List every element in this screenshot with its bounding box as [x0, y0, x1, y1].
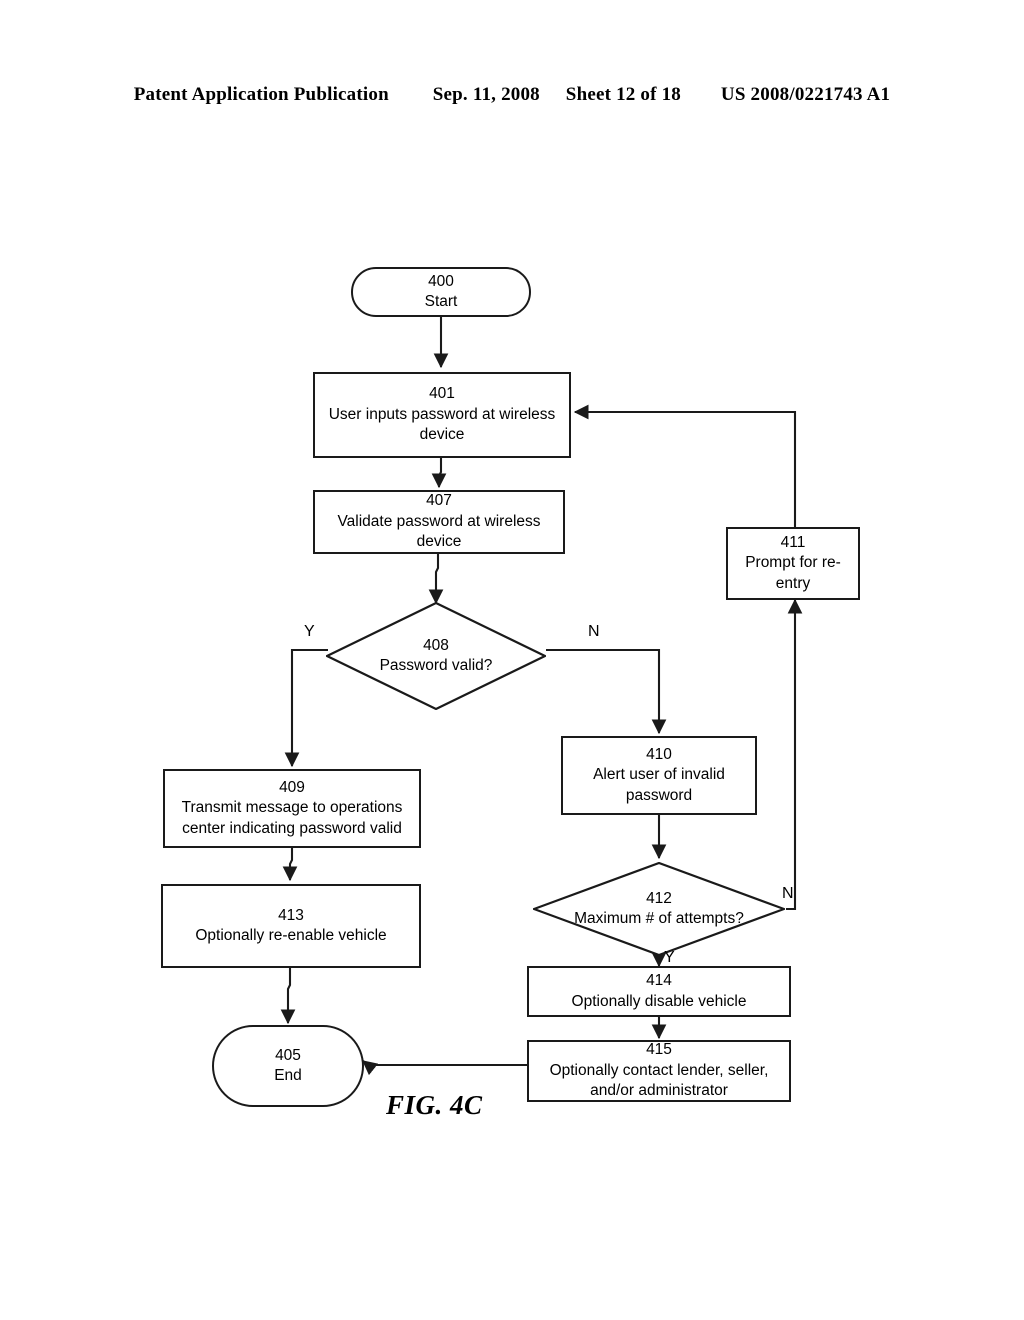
node-401-label: User inputs password at wireless device: [328, 405, 556, 444]
node-401-user-inputs-password[interactable]: 401 User inputs password at wireless dev…: [313, 372, 571, 458]
node-409-label: Transmit message to operations center in…: [181, 799, 403, 837]
branch-label-412-yes: Y: [664, 949, 675, 966]
edge-408-no-to-410: [546, 648, 667, 735]
node-412-maximum-attempts[interactable]: 412 Maximum # of attempts?: [533, 862, 785, 956]
node-411-prompt-for-reentry[interactable]: 411 Prompt for re-entry: [726, 527, 860, 600]
node-405-label: End: [274, 1067, 302, 1084]
node-405-number: 405: [275, 1046, 301, 1064]
node-407-number: 407: [426, 492, 452, 510]
node-413-reenable-vehicle[interactable]: 413 Optionally re-enable vehicle: [161, 884, 421, 968]
node-413-label: Optionally re-enable vehicle: [195, 927, 387, 944]
node-415-label: Optionally contact lender, seller, and/o…: [549, 1061, 769, 1100]
node-408-password-valid[interactable]: 408 Password valid?: [326, 602, 546, 710]
branch-label-408-no: N: [588, 623, 600, 640]
branch-label-408-yes: Y: [304, 623, 315, 640]
node-400-label: Start: [424, 293, 458, 310]
edge-408-yes-to-409: [284, 648, 328, 768]
node-401-number: 401: [429, 385, 455, 403]
branch-label-412-no: N: [782, 885, 794, 902]
node-407-validate-password[interactable]: 407 Validate password at wireless device: [313, 490, 565, 554]
node-400-number: 400: [428, 272, 454, 290]
node-411-label: Prompt for re-entry: [745, 554, 841, 592]
node-409-transmit-message[interactable]: 409 Transmit message to operations cente…: [163, 769, 421, 848]
node-410-number: 410: [646, 745, 672, 763]
edge-407-to-408: [428, 553, 444, 605]
node-410-label: Alert user of invalid password: [593, 766, 725, 804]
node-415-number: 415: [646, 1041, 672, 1059]
node-414-disable-vehicle[interactable]: 414 Optionally disable vehicle: [527, 966, 791, 1017]
node-405-end[interactable]: 405 End: [212, 1025, 364, 1107]
node-413-number: 413: [278, 906, 304, 924]
flowchart-figure: 400 Start 401 User inputs password at wi…: [0, 0, 1024, 1320]
figure-caption: FIG. 4C: [386, 1090, 483, 1120]
node-414-label: Optionally disable vehicle: [571, 992, 747, 1010]
node-408-diamond-shape: [326, 602, 546, 710]
node-400-start[interactable]: 400 Start: [351, 267, 531, 317]
edge-413-to-405: [280, 968, 296, 1025]
edge-411-to-401: [573, 404, 797, 527]
edge-401-to-407: [431, 458, 447, 489]
node-410-alert-user[interactable]: 410 Alert user of invalid password: [561, 736, 757, 815]
edge-415-to-405: [362, 1060, 527, 1076]
node-407-label: Validate password at wireless device: [337, 512, 541, 551]
node-411-number: 411: [780, 533, 806, 551]
node-415-contact-lender[interactable]: 415 Optionally contact lender, seller, a…: [527, 1040, 791, 1102]
node-414-number: 414: [646, 972, 672, 990]
edge-412-no-to-411: [786, 598, 803, 911]
node-412-diamond-shape: [533, 862, 785, 956]
edge-409-to-413: [282, 848, 298, 882]
node-409-number: 409: [279, 778, 305, 796]
